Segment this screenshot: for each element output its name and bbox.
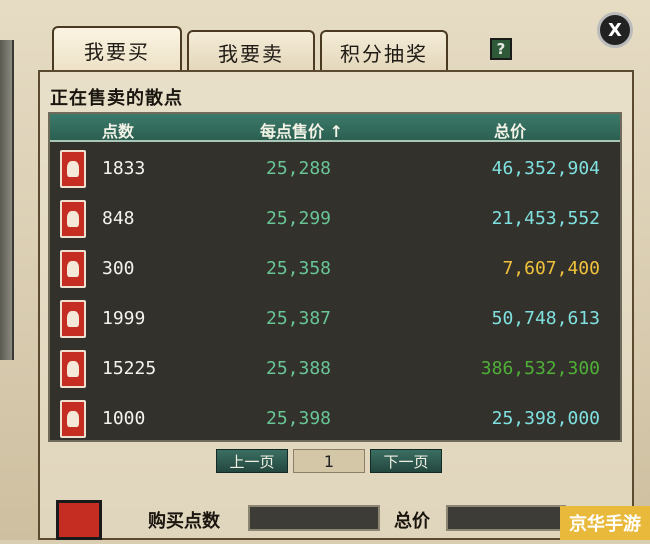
tab-sell[interactable]: 我要卖 — [187, 30, 315, 72]
table-row[interactable]: 300 25,358 7,607,400 — [50, 246, 620, 296]
purchase-qty-input[interactable] — [248, 505, 380, 531]
row-total: 46,352,904 — [491, 158, 600, 179]
point-card-icon — [60, 350, 86, 388]
close-icon: X — [608, 19, 622, 41]
left-border-decoration — [0, 40, 14, 360]
row-qty: 300 — [102, 258, 135, 279]
listings-table: 点数 每点售价 ↑ 总价 1833 25,288 46,352,904 848 … — [48, 112, 622, 442]
header-qty: 点数 — [102, 122, 135, 141]
table-row[interactable]: 15225 25,388 386,532,300 — [50, 346, 620, 396]
row-total: 21,453,552 — [491, 208, 600, 229]
row-qty: 1833 — [102, 158, 146, 179]
prev-page-label: 上一页 — [229, 452, 275, 471]
next-page-label: 下一页 — [383, 452, 429, 471]
row-price: 25,299 — [266, 208, 332, 229]
row-qty: 1000 — [102, 408, 146, 429]
header-price-sort[interactable]: 每点售价 ↑ — [260, 118, 343, 142]
row-price: 25,398 — [266, 408, 332, 429]
help-icon: ? — [496, 40, 506, 58]
close-button[interactable]: X — [597, 12, 633, 48]
page-number: 1 — [293, 449, 365, 473]
site-watermark-logo: 京华手游 — [560, 506, 650, 540]
row-total: 386,532,300 — [480, 358, 600, 379]
table-row[interactable]: 848 25,299 21,453,552 — [50, 196, 620, 246]
point-card-icon — [60, 250, 86, 288]
row-total: 7,607,400 — [502, 258, 600, 279]
section-title: 正在售卖的散点 — [50, 88, 183, 109]
help-button[interactable]: ? — [490, 38, 512, 60]
table-row[interactable]: 1000 25,398 25,398,000 — [50, 396, 620, 446]
row-total: 50,748,613 — [491, 308, 600, 329]
header-total: 总价 — [494, 122, 527, 141]
point-card-icon — [60, 400, 86, 438]
row-qty: 1999 — [102, 308, 146, 329]
table-header: 点数 每点售价 ↑ 总价 — [50, 114, 620, 142]
tab-buy-label: 我要买 — [84, 39, 150, 64]
row-price: 25,387 — [266, 308, 332, 329]
tab-sell-label: 我要卖 — [218, 41, 284, 66]
selected-point-card-icon — [56, 500, 102, 540]
purchase-total-label: 总价 — [394, 511, 430, 532]
tab-points-lottery[interactable]: 积分抽奖 — [320, 30, 448, 72]
row-qty: 15225 — [102, 358, 157, 379]
purchase-qty-label: 购买点数 — [148, 511, 220, 532]
row-price: 25,288 — [266, 158, 332, 179]
point-card-icon — [60, 200, 86, 238]
row-price: 25,358 — [266, 258, 332, 279]
tab-points-lottery-label: 积分抽奖 — [340, 41, 428, 66]
tab-buy[interactable]: 我要买 — [52, 26, 182, 72]
row-qty: 848 — [102, 208, 135, 229]
table-row[interactable]: 1999 25,387 50,748,613 — [50, 296, 620, 346]
point-card-icon — [60, 300, 86, 338]
purchase-total-field — [446, 505, 566, 531]
table-row[interactable]: 1833 25,288 46,352,904 — [50, 146, 620, 196]
row-total: 25,398,000 — [491, 408, 600, 429]
row-price: 25,388 — [266, 358, 332, 379]
point-card-icon — [60, 150, 86, 188]
prev-page-button[interactable]: 上一页 — [216, 449, 288, 473]
next-page-button[interactable]: 下一页 — [370, 449, 442, 473]
